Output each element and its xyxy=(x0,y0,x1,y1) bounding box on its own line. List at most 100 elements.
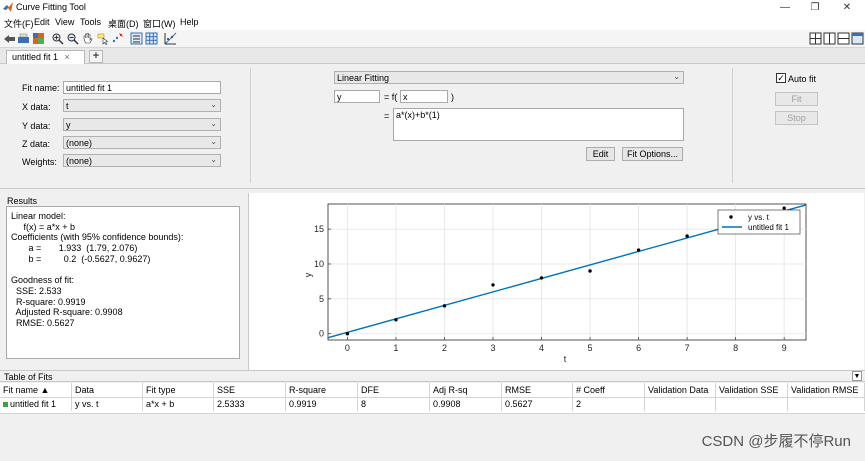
column-layout-icon[interactable] xyxy=(823,32,836,45)
exclude-outliers-icon[interactable] xyxy=(111,32,124,45)
menu-edit[interactable]: Edit xyxy=(34,17,50,27)
z-data-select[interactable]: (none) ⌄ xyxy=(63,136,221,149)
results-line: Linear model: xyxy=(11,211,66,221)
watermark-text: CSDN @步履不停Run xyxy=(701,433,851,450)
z-data-label: Z data: xyxy=(22,139,51,149)
column-header[interactable]: # Coeff xyxy=(573,383,645,398)
cell-text: 0.9919 xyxy=(289,399,317,409)
stop-button[interactable]: Stop xyxy=(775,111,818,125)
zoom-out-icon[interactable] xyxy=(66,32,79,45)
close-button[interactable]: ✕ xyxy=(832,0,862,15)
menu-help[interactable]: Help xyxy=(180,17,199,27)
results-text-box[interactable]: Linear model: f(x) = a*x + b Coefficients… xyxy=(6,206,240,359)
residuals-icon[interactable] xyxy=(164,32,177,45)
fit-type-select[interactable]: Linear Fitting ⌄ xyxy=(334,71,684,84)
equation-suffix: ) xyxy=(451,92,454,102)
cell-text: a*x + b xyxy=(146,399,175,409)
tile-layout-icon[interactable] xyxy=(809,32,822,45)
open-session-icon[interactable] xyxy=(3,32,16,45)
grid-icon[interactable] xyxy=(145,32,158,45)
column-header[interactable]: SSE xyxy=(214,383,286,398)
row-layout-icon[interactable] xyxy=(837,32,850,45)
menu-file[interactable]: 文件(F) xyxy=(4,17,34,30)
z-data-value: (none) xyxy=(66,138,93,148)
x-tick-label: 5 xyxy=(588,343,593,353)
column-header[interactable]: Validation Data xyxy=(645,383,716,398)
cell-text: y vs. t xyxy=(75,399,99,409)
column-header[interactable]: Adj R-sq xyxy=(430,383,502,398)
minimize-button[interactable]: — xyxy=(770,0,800,15)
y-tick-label: 10 xyxy=(314,259,324,269)
column-header[interactable]: Data xyxy=(72,383,143,398)
results-line: R-square: 0.9919 xyxy=(11,296,86,307)
column-header[interactable]: Fit type xyxy=(143,383,214,398)
legend-label: y vs. t xyxy=(748,213,770,222)
x-tick-label: 8 xyxy=(733,343,738,353)
data-icon[interactable] xyxy=(17,32,30,45)
fit-type-value: Linear Fitting xyxy=(337,73,390,83)
maximize-button[interactable]: ❐ xyxy=(800,0,830,15)
weights-select[interactable]: (none) ⌄ xyxy=(63,154,221,167)
data-point xyxy=(588,269,592,273)
tab-untitled-fit-1[interactable]: untitled fit 1 × xyxy=(6,50,85,64)
column-header[interactable]: Fit name ▲ xyxy=(0,383,72,398)
column-header[interactable]: Validation SSE xyxy=(716,383,788,398)
menu-view[interactable]: View xyxy=(55,17,74,27)
predictor-input[interactable]: x xyxy=(400,90,448,103)
data-point xyxy=(394,318,398,322)
results-line: Coefficients (with 95% confidence bounds… xyxy=(11,232,184,243)
column-header[interactable]: R-square xyxy=(286,383,358,398)
new-fit-tab-button[interactable]: + xyxy=(89,50,103,63)
fit-options-button[interactable]: Fit Options... xyxy=(622,147,683,161)
table-cell xyxy=(788,398,865,411)
table-cell: a*x + b xyxy=(143,398,214,411)
table-of-fits-title: Table of Fits xyxy=(4,372,53,382)
fit-plot[interactable]: 0 1 2 3 4 5 6 7 8 9 0 5 10 15 t y y vs. tuntitled fit 1 xyxy=(249,193,865,370)
x-data-select[interactable]: t ⌄ xyxy=(63,99,221,112)
zoom-in-icon[interactable] xyxy=(51,32,64,45)
legend-label: untitled fit 1 xyxy=(748,223,789,232)
column-header[interactable]: RMSE xyxy=(502,383,573,398)
x-axis-label: t xyxy=(564,354,567,364)
data-cursor-icon[interactable] xyxy=(96,32,109,45)
equation-textarea[interactable]: a*(x)+b*(1) xyxy=(393,108,684,141)
response-input[interactable]: y xyxy=(334,90,380,103)
fit-name-input[interactable]: untitled fit 1 xyxy=(63,81,221,94)
table-cell[interactable]: untitled fit 1 xyxy=(0,398,72,411)
weights-label: Weights: xyxy=(22,157,57,167)
column-header[interactable]: Validation RMSE xyxy=(788,383,865,398)
results-line: Goodness of fit: xyxy=(11,275,75,286)
plot-panel[interactable]: 0 1 2 3 4 5 6 7 8 9 0 5 10 15 t y y vs. t untitled fit 1 xyxy=(248,193,864,370)
y-data-select[interactable]: y ⌄ xyxy=(63,118,221,131)
fit-button[interactable]: Fit xyxy=(775,92,818,106)
table-of-fits-header: Table of Fits ▼ xyxy=(0,370,865,382)
equation-prefix: = f( xyxy=(384,92,398,102)
collapse-icon[interactable]: ▼ xyxy=(852,371,862,381)
data-point xyxy=(636,248,641,252)
table-cell: y vs. t xyxy=(72,398,143,411)
edit-button[interactable]: Edit xyxy=(586,147,615,161)
results-line: f(x) = a*x + b xyxy=(11,221,76,232)
menu-desktop[interactable]: 桌面(D) xyxy=(108,17,139,30)
legend-marker xyxy=(729,215,733,219)
x-tick-label: 0 xyxy=(345,343,350,353)
column-header[interactable]: DFE xyxy=(358,383,430,398)
menu-window[interactable]: 窗口(W) xyxy=(143,17,176,30)
single-layout-icon[interactable] xyxy=(851,32,864,45)
tab-close-icon[interactable]: × xyxy=(65,52,70,62)
divider xyxy=(732,68,733,183)
auto-fit-checkbox[interactable]: ✓ xyxy=(776,73,786,83)
x-tick-label: 3 xyxy=(490,343,495,353)
pan-icon[interactable] xyxy=(81,32,94,45)
legend-icon[interactable] xyxy=(130,32,143,45)
y-axis-label: y xyxy=(303,272,313,277)
equation-equals: = xyxy=(384,111,390,121)
chevron-down-icon: ⌄ xyxy=(673,72,680,81)
cell-text: 8 xyxy=(361,399,367,409)
x-data-value: t xyxy=(66,101,69,111)
cell-text: 2 xyxy=(576,399,582,409)
menu-tools[interactable]: Tools xyxy=(80,17,101,27)
data-point xyxy=(782,206,786,210)
color-icon[interactable] xyxy=(32,32,45,45)
results-line: a = 1.933 (1.79, 2.076) xyxy=(11,243,138,254)
